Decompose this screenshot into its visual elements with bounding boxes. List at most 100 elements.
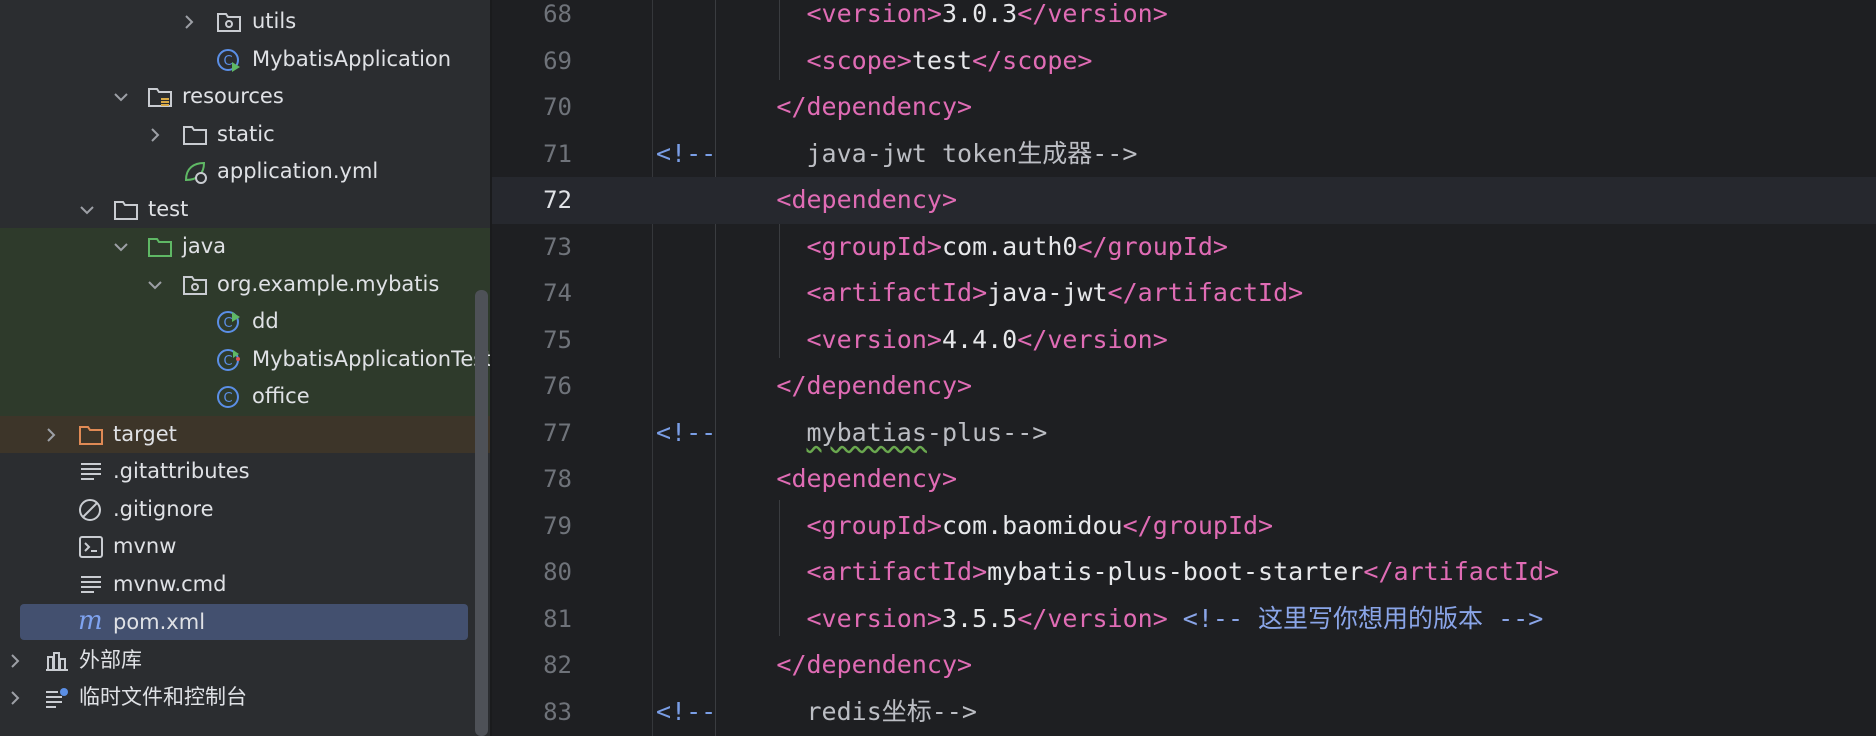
tree-item-mybatisapplicationtest[interactable]: C MybatisApplicationTest: [0, 340, 490, 378]
line-number[interactable]: 69: [492, 38, 572, 85]
resources-folder-icon: [148, 88, 172, 107]
code-line[interactable]: 79 <groupId>com.baomidou</groupId>: [492, 503, 1876, 550]
line-number[interactable]: 81: [492, 596, 572, 643]
line-number[interactable]: 72: [492, 177, 572, 224]
tree-item-test[interactable]: test: [0, 191, 490, 229]
tree-item-label: mvnw: [113, 534, 177, 558]
line-number[interactable]: 75: [492, 317, 572, 364]
line-number[interactable]: 71: [492, 131, 572, 178]
tree-item-label: java: [182, 234, 226, 258]
tree-item-resources[interactable]: resources: [0, 78, 490, 116]
code-text: <groupId>com.auth0</groupId>: [806, 231, 1228, 261]
tree-item-label: test: [148, 196, 189, 221]
code-text: </dependency>: [776, 371, 973, 400]
tree-item-office[interactable]: C office: [0, 378, 490, 416]
line-number[interactable]: 74: [492, 270, 572, 317]
code-line[interactable]: 78 <dependency>: [492, 456, 1876, 503]
code-line[interactable]: 77 <!-- mybatias-plus-->: [492, 410, 1876, 457]
tree-item-mvnw[interactable]: mvnw: [0, 528, 490, 566]
tree-item-label: mvnw.cmd: [113, 571, 227, 596]
line-number[interactable]: 80: [492, 549, 572, 596]
package-folder-icon: [183, 275, 207, 295]
tree-item-label: application.yml: [217, 159, 379, 183]
tree-item-label: resources: [182, 84, 284, 108]
tree-item-label: office: [252, 384, 310, 408]
tree-item-static[interactable]: static: [0, 116, 490, 154]
spring-boot-class-icon: C: [217, 48, 240, 72]
tree-item-application-yml[interactable]: application.yml: [0, 153, 490, 191]
line-number[interactable]: 70: [492, 84, 572, 131]
code-text: <artifactId>mybatis-plus-boot-starter</a…: [806, 557, 1560, 586]
tree-item-pom-xml[interactable]: m pom.xml: [20, 604, 468, 640]
svg-text:C: C: [223, 391, 232, 406]
code-line[interactable]: 81 <version>3.5.5</version> <!-- 这里写你想用的版…: [492, 596, 1876, 643]
tree-item-utils[interactable]: utils: [0, 3, 490, 41]
code-line[interactable]: 83 <!-- redis坐标-->: [492, 689, 1876, 736]
code-line[interactable]: 68 <version>3.0.3</version>: [492, 0, 1876, 38]
tree-item-org-example-mybatis[interactable]: org.example.mybatis: [0, 265, 490, 303]
line-number[interactable]: 76: [492, 363, 572, 410]
comment-text: redis坐标-->: [806, 696, 977, 726]
code-line[interactable]: 80 <artifactId>mybatis-plus-boot-starter<…: [492, 549, 1876, 596]
text-file-icon: [81, 575, 101, 593]
code-line[interactable]: 82 </dependency>: [492, 642, 1876, 689]
code-line[interactable]: 73 <groupId>com.auth0</groupId>: [492, 224, 1876, 271]
svg-text:C: C: [223, 354, 232, 369]
chevron-right-icon[interactable]: [40, 424, 62, 446]
comment-open: <!--: [656, 138, 717, 168]
chevron-down-icon[interactable]: [144, 274, 166, 296]
tree-item-label: MybatisApplication: [252, 46, 452, 71]
class-icon: C: [217, 386, 239, 408]
chevron-down-icon[interactable]: [110, 236, 132, 258]
ignore-file-icon: [79, 498, 101, 521]
code-text: <scope>test</scope>: [806, 45, 1093, 75]
code-line[interactable]: 74 <artifactId>java-jwt</artifactId>: [492, 270, 1876, 317]
line-number[interactable]: 83: [492, 689, 572, 736]
tree-item-label: 临时文件和控制台: [79, 685, 247, 709]
code-line[interactable]: 70 </dependency>: [492, 84, 1876, 131]
chevron-right-icon[interactable]: [4, 687, 26, 709]
code-line[interactable]: 72 <dependency>: [492, 177, 1876, 224]
line-number[interactable]: 79: [492, 503, 572, 550]
line-number[interactable]: 82: [492, 642, 572, 689]
tree-item-external-libraries[interactable]: 外部库: [0, 642, 490, 680]
line-number[interactable]: 68: [492, 0, 572, 38]
code-editor[interactable]: 68 <version>3.0.3</version> 69 <scope>test<…: [492, 0, 1876, 736]
tree-item-dd[interactable]: C dd: [0, 303, 490, 341]
code-text: <artifactId>java-jwt</artifactId>: [806, 278, 1304, 307]
tree-item-label: MybatisApplicationTest: [252, 346, 490, 371]
code-text: <version>4.4.0</version>: [806, 324, 1168, 354]
comment-text: java-jwt token生成器-->: [806, 138, 1138, 168]
line-number[interactable]: 78: [492, 456, 572, 503]
code-line[interactable]: 69 <scope>test</scope>: [492, 38, 1876, 85]
code-text: </dependency>: [776, 92, 973, 121]
run-class-icon: C: [217, 311, 240, 333]
comment-open: <!--: [656, 696, 717, 726]
chevron-right-icon[interactable]: [144, 124, 166, 146]
scratches-icon: [46, 688, 68, 708]
code-text: <version>3.0.3</version>: [806, 0, 1168, 28]
chevron-right-icon[interactable]: [4, 650, 26, 672]
tree-item-gitignore[interactable]: .gitignore: [0, 491, 490, 529]
chevron-down-icon[interactable]: [76, 199, 98, 221]
chevron-right-icon[interactable]: [178, 11, 200, 33]
code-line[interactable]: 76 </dependency>: [492, 363, 1876, 410]
code-line[interactable]: 75 <version>4.4.0</version>: [492, 317, 1876, 364]
code-line[interactable]: 71 <!-- java-jwt token生成器-->: [492, 131, 1876, 178]
tree-item-gitattributes[interactable]: .gitattributes: [0, 453, 490, 491]
line-number[interactable]: 73: [492, 224, 572, 271]
svg-text:m: m: [78, 609, 103, 633]
code-text: <version>3.5.5</version> <!-- 这里写你想用的版本 …: [806, 603, 1544, 633]
tree-item-java[interactable]: java: [0, 228, 490, 266]
folder-icon: [114, 200, 138, 220]
library-icon: [46, 651, 68, 671]
tree-item-mvnw-cmd[interactable]: mvnw.cmd: [0, 566, 490, 604]
tree-item-label: 外部库: [79, 647, 142, 672]
tree-item-scratches[interactable]: 临时文件和控制台: [0, 679, 490, 717]
chevron-down-icon[interactable]: [110, 86, 132, 108]
shell-script-icon: [79, 536, 103, 558]
line-number[interactable]: 77: [492, 410, 572, 457]
tree-item-target[interactable]: target: [0, 415, 490, 453]
tree-scrollbar[interactable]: [475, 290, 488, 736]
tree-item-mybatisapplication[interactable]: C MybatisApplication: [0, 41, 490, 79]
